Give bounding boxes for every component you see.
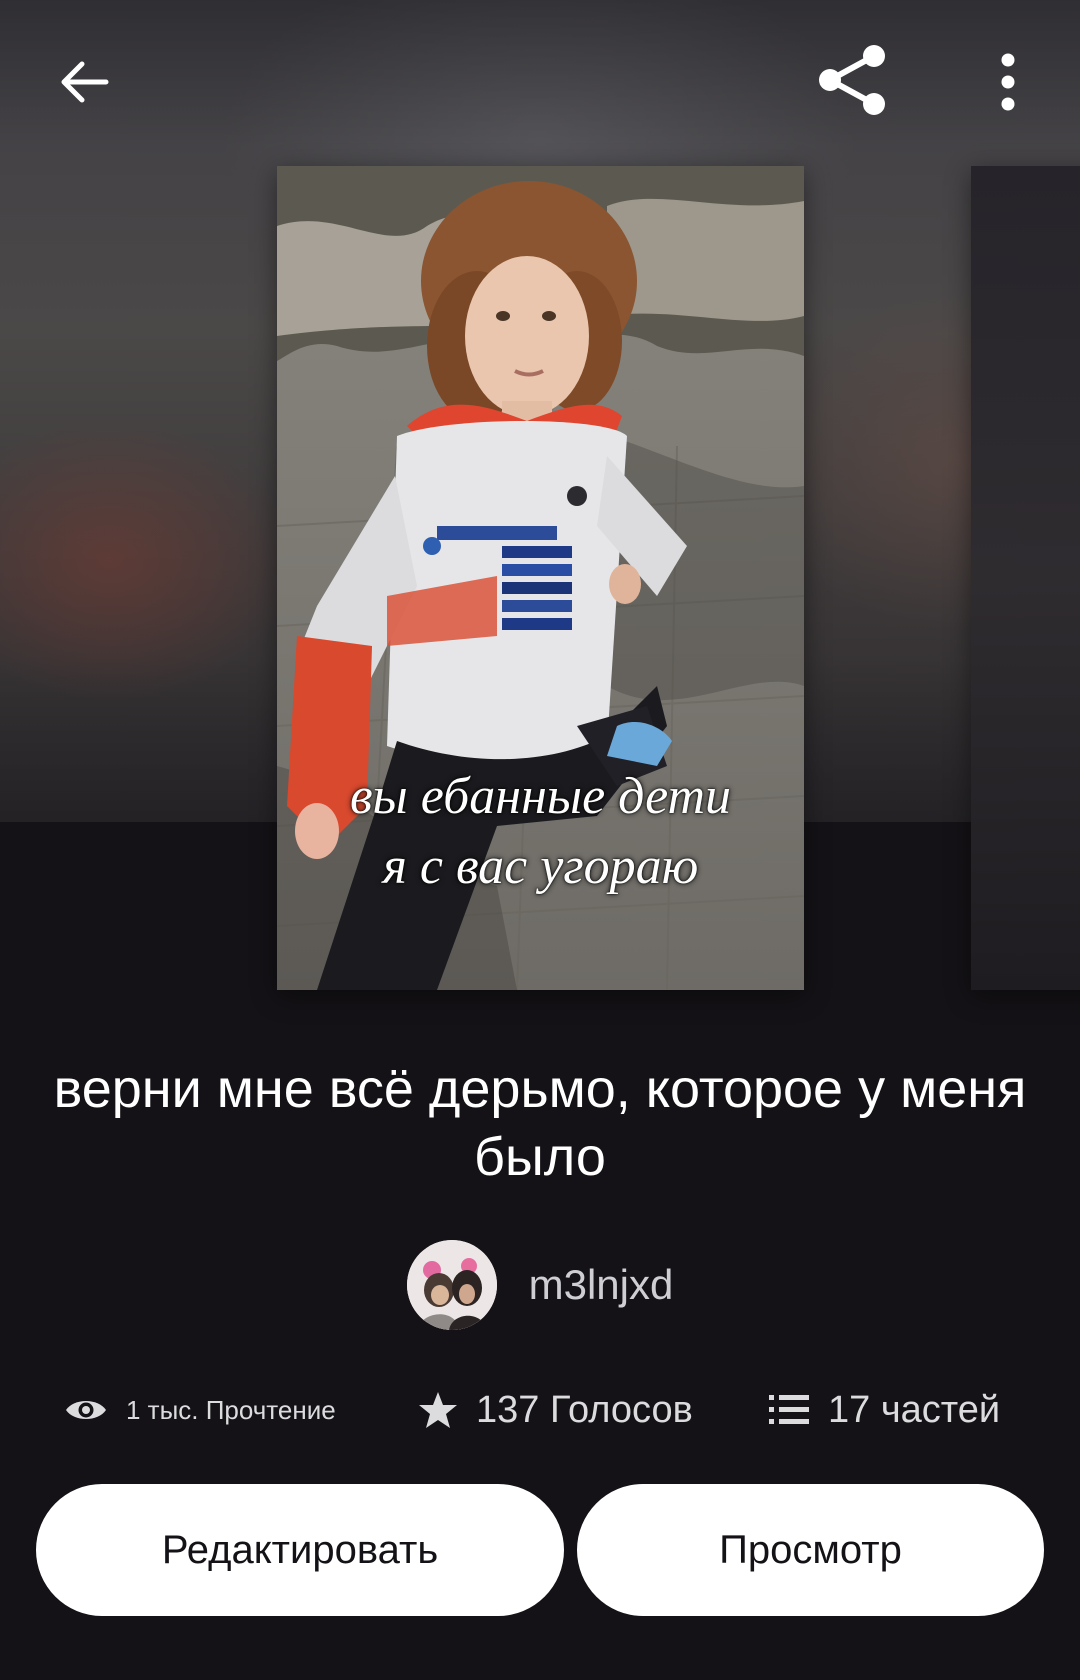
- reads-count: 1 тыс. Прочтение: [126, 1394, 336, 1425]
- story-cover[interactable]: вы ебанные дети я с вас угораю: [277, 166, 804, 990]
- arrow-left-icon: [61, 61, 109, 103]
- cover-caption-line-1: вы ебанные дети: [349, 768, 732, 825]
- share-button[interactable]: [804, 32, 900, 128]
- top-bar: [0, 0, 1080, 160]
- star-icon: [419, 1392, 457, 1428]
- more-options-button[interactable]: [960, 34, 1056, 130]
- edit-button[interactable]: Редактировать: [36, 1484, 564, 1616]
- reads-stat: 1 тыс. Прочтение: [64, 1380, 336, 1440]
- cover-caption-line-2: я с вас угораю: [382, 838, 699, 895]
- author-name[interactable]: m3lnjxd: [529, 1261, 674, 1309]
- parts-stat: 17 частей: [768, 1380, 1000, 1440]
- back-button[interactable]: [36, 34, 132, 130]
- votes-count: 137 Голосов: [476, 1388, 693, 1431]
- list-icon: [769, 1395, 809, 1424]
- parts-count: 17 частей: [828, 1388, 1001, 1431]
- story-stats: 1 тыс. Прочтение 137 Голосов 17 частей: [0, 1380, 1080, 1440]
- story-details-screen: вы ебанные дети я с вас угораю верни мне…: [0, 0, 1080, 1680]
- votes-stat: 137 Голосов: [418, 1380, 693, 1440]
- story-title: верни мне всё дерьмо, которое у меня был…: [53, 1059, 1027, 1187]
- view-button[interactable]: Просмотр: [577, 1484, 1044, 1616]
- next-cover-peek[interactable]: [971, 166, 1080, 990]
- avatar-image: [406, 1240, 497, 1330]
- author-row[interactable]: m3lnjxd: [0, 1240, 1080, 1330]
- more-vertical-icon: [1001, 53, 1015, 111]
- avatar[interactable]: [406, 1240, 497, 1330]
- share-icon: [819, 45, 885, 115]
- eye-icon: [66, 1401, 106, 1419]
